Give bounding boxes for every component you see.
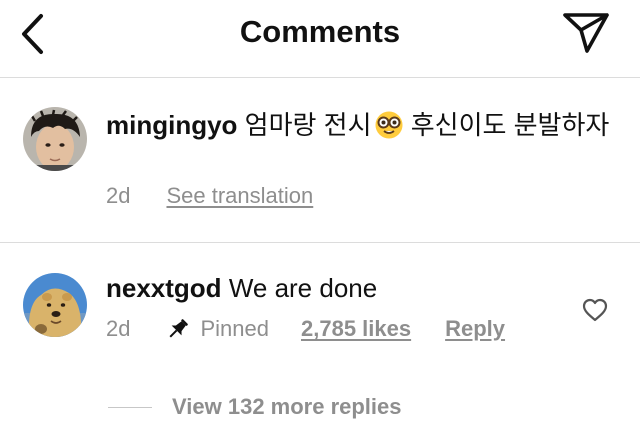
comment-item: nexxtgod We are done 2d Pinned 2,785 lik… (0, 244, 640, 446)
avatar[interactable] (23, 107, 87, 171)
pin-icon (169, 319, 189, 338)
like-button[interactable] (580, 296, 610, 324)
page-title: Comments (239, 14, 401, 49)
comment-meta: 2d Pinned 2,785 likes Reply (106, 316, 505, 342)
likes-link[interactable]: 2,785 likes (301, 316, 411, 342)
send-icon (563, 13, 609, 53)
caption-text-end: 후신이도 분발하자 (403, 110, 610, 140)
nerd-face-emoji-icon (375, 111, 402, 139)
timestamp: 2d (106, 183, 131, 208)
view-replies-label: View 132 more replies (172, 394, 402, 419)
user-photo (23, 107, 87, 171)
pinned-badge: Pinned (166, 316, 269, 342)
share-button[interactable] (560, 10, 612, 56)
caption-text: mingingyo 엄마랑 전시 후신이도 분발하자 (106, 107, 614, 143)
username[interactable]: nexxtgod (106, 273, 222, 303)
top-bar: Comments (0, 0, 640, 78)
reply-button[interactable]: Reply (445, 316, 505, 342)
caption-meta: 2d See translation (106, 183, 313, 209)
comment-text: nexxtgod We are done (106, 270, 560, 306)
user-photo (23, 273, 87, 337)
caption-text-start: 엄마랑 전시 (244, 110, 372, 140)
comment-message: We are done (228, 273, 378, 303)
see-translation-link[interactable]: See translation (166, 183, 313, 209)
replies-divider (108, 406, 152, 408)
pinned-label: Pinned (200, 316, 269, 341)
view-replies-button[interactable]: View 132 more replies (108, 394, 402, 420)
heart-outline-icon (582, 298, 608, 322)
timestamp: 2d (106, 316, 131, 341)
post-caption: mingingyo 엄마랑 전시 후신이도 분발하자 2d See transl… (0, 79, 640, 243)
username[interactable]: mingingyo (106, 110, 237, 140)
avatar[interactable] (23, 273, 87, 337)
